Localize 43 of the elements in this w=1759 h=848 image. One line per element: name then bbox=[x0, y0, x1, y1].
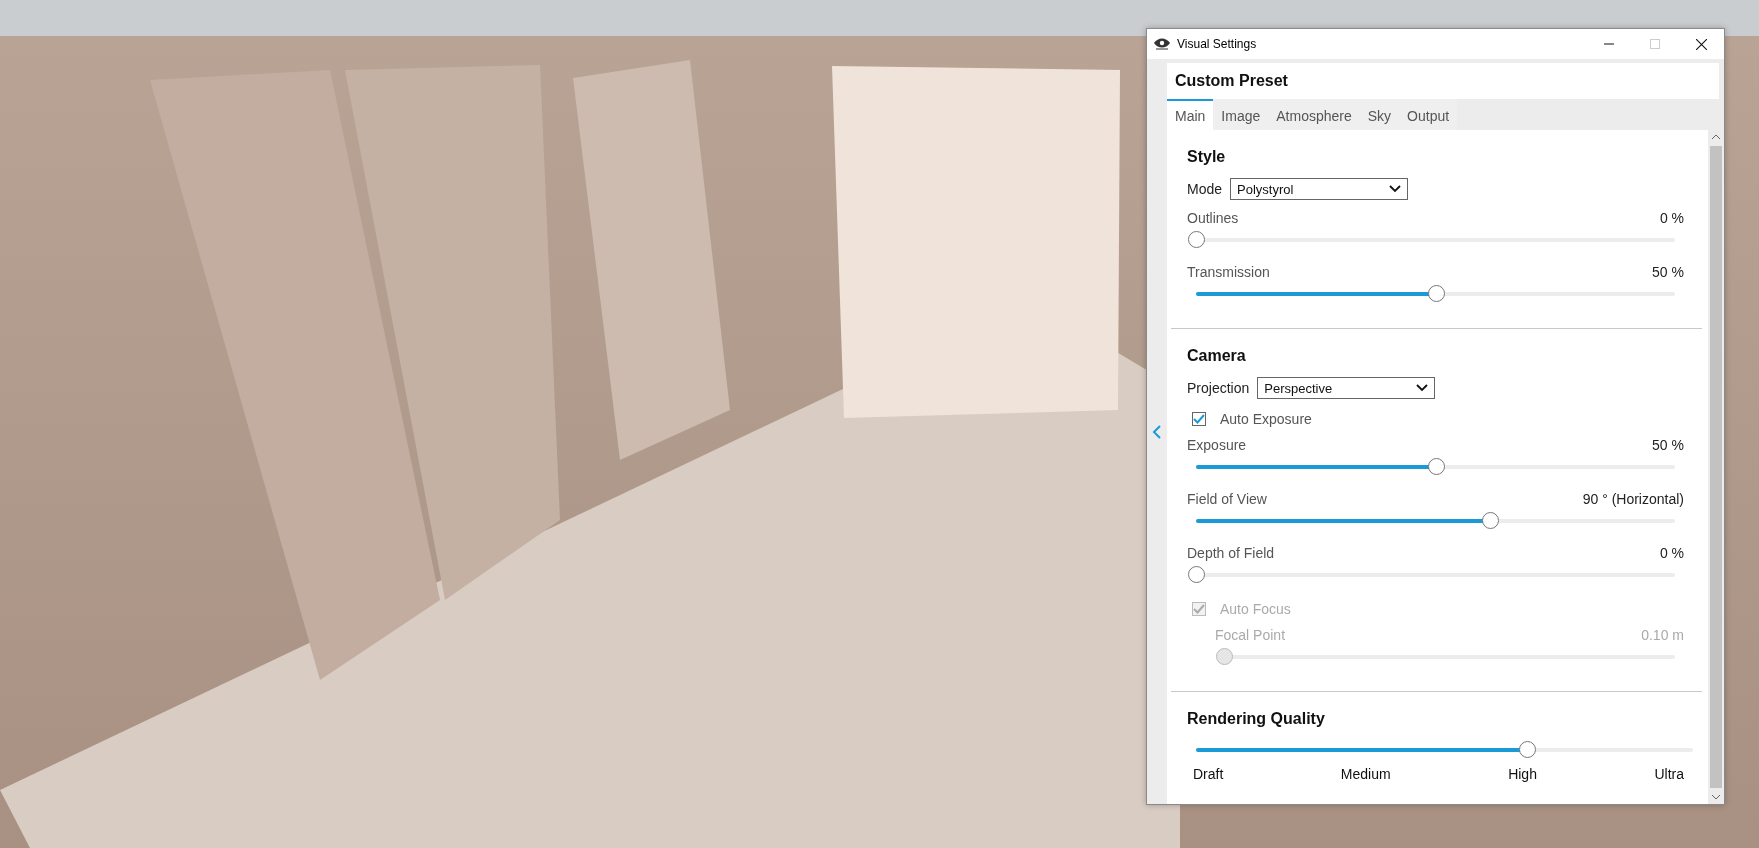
dropdown[interactable]: Perspective bbox=[1257, 377, 1436, 399]
quality-label: High bbox=[1508, 766, 1537, 782]
checkbox-label: Auto Exposure bbox=[1220, 411, 1312, 427]
slider-thumb[interactable] bbox=[1188, 566, 1205, 583]
eye-icon bbox=[1153, 37, 1171, 51]
collapse-chevron-icon[interactable] bbox=[1152, 424, 1162, 439]
chevron-down-icon bbox=[1389, 185, 1402, 193]
slider-label: Depth of Field bbox=[1187, 545, 1275, 561]
window-title: Visual Settings bbox=[1177, 37, 1258, 51]
slider-label: Exposure bbox=[1187, 437, 1247, 453]
quality-label: Draft bbox=[1193, 766, 1224, 782]
slider-thumb[interactable] bbox=[1427, 458, 1445, 475]
slider-value: 50 % bbox=[1652, 437, 1684, 453]
slider-value: 50 % bbox=[1652, 264, 1684, 280]
slider-label: Focal Point bbox=[1215, 627, 1286, 643]
checkbox-label: Auto Focus bbox=[1220, 601, 1291, 617]
close-icon bbox=[1695, 38, 1707, 50]
slider-label: Outlines bbox=[1187, 210, 1239, 226]
slider-thumb[interactable] bbox=[1188, 231, 1205, 248]
scrollbar[interactable] bbox=[1708, 130, 1724, 804]
section-heading: Style bbox=[1187, 148, 1227, 166]
section-heading: Rendering Quality bbox=[1187, 710, 1326, 728]
slider-label: Transmission bbox=[1187, 264, 1270, 280]
minimize-icon bbox=[1604, 43, 1614, 45]
quality-label: Ultra bbox=[1654, 766, 1684, 782]
slider-thumb[interactable] bbox=[1482, 512, 1500, 529]
slider-label: Field of View bbox=[1187, 491, 1267, 507]
slider-value: 0.10 m bbox=[1641, 627, 1684, 643]
section-heading: Camera bbox=[1187, 347, 1247, 365]
chevron-down-icon bbox=[1416, 384, 1429, 392]
tab[interactable]: Main bbox=[1167, 99, 1214, 130]
field-label: Mode bbox=[1187, 181, 1223, 197]
preset-title: Custom Preset bbox=[1175, 72, 1288, 90]
checkbox[interactable] bbox=[1192, 412, 1206, 426]
slider-value: 0 % bbox=[1659, 210, 1684, 226]
field-label: Projection bbox=[1187, 380, 1250, 396]
slider-thumb[interactable] bbox=[1427, 285, 1445, 302]
slider-value: 0 % bbox=[1659, 545, 1684, 561]
slider-thumb[interactable] bbox=[1518, 741, 1536, 758]
quality-label: Medium bbox=[1340, 766, 1391, 782]
dropdown[interactable]: Polystyrol bbox=[1230, 178, 1409, 200]
slider-value: 90 ° (Horizontal) bbox=[1582, 491, 1684, 507]
maximize-icon bbox=[1650, 39, 1660, 49]
